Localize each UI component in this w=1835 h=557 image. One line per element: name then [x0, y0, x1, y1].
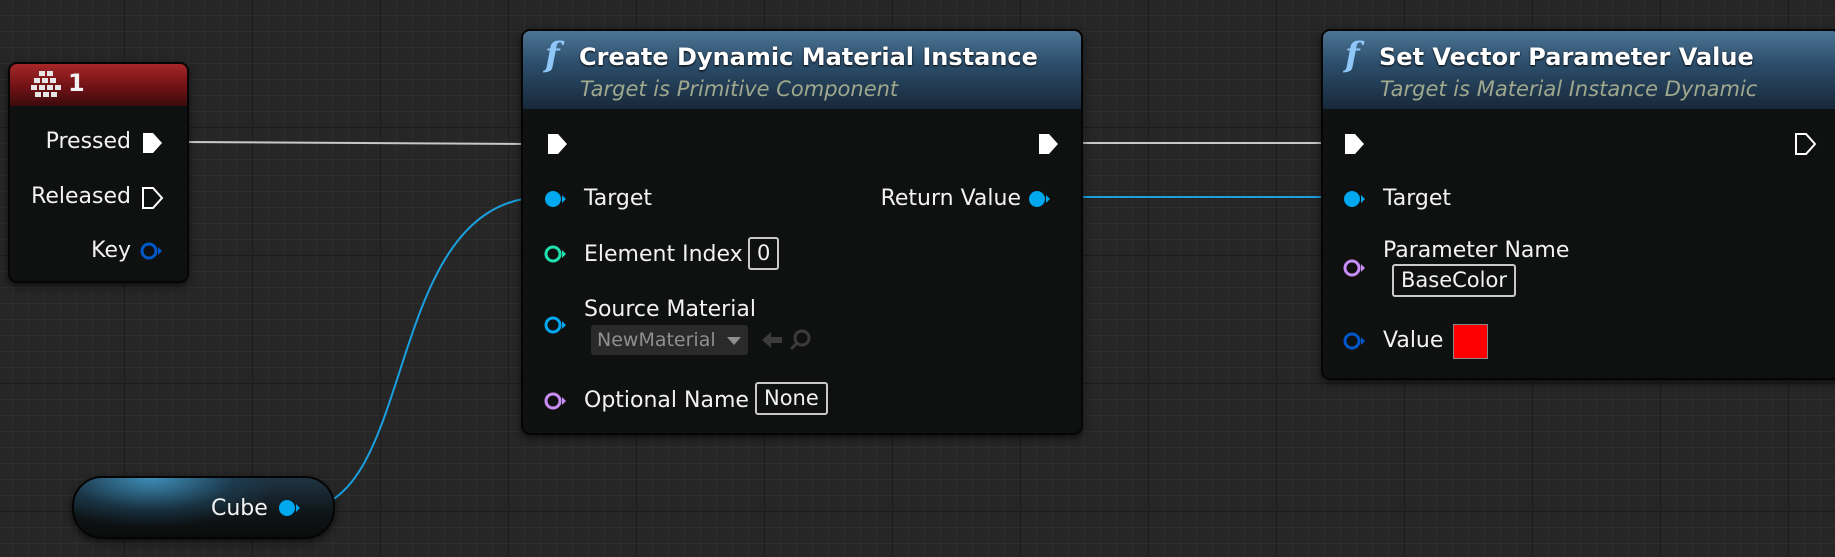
optional-name-input[interactable]: None: [755, 382, 828, 415]
create-target-pin[interactable]: [544, 189, 567, 209]
parameter-name-pin[interactable]: [1343, 258, 1366, 278]
create-node-title: Create Dynamic Material Instance: [579, 43, 1038, 71]
optional-name-pin[interactable]: [544, 391, 567, 411]
key-struct-pin[interactable]: [140, 241, 163, 261]
released-pin-label: Released: [31, 184, 131, 209]
set-vector-node-title: Set Vector Parameter Value: [1379, 43, 1754, 71]
key-pin-label: Key: [91, 238, 131, 263]
parameter-name-label: Parameter Name: [1383, 238, 1570, 263]
keyboard-icon: [31, 71, 61, 97]
function-icon: f: [1345, 35, 1360, 75]
source-material-value: NewMaterial: [597, 329, 716, 351]
value-pin[interactable]: [1343, 331, 1366, 351]
set-vector-node-subtitle: Target is Material Instance Dynamic: [1380, 77, 1758, 101]
parameter-name-input[interactable]: BaseColor: [1392, 264, 1516, 297]
optional-name-label: Optional Name: [584, 388, 749, 413]
pressed-exec-pin[interactable]: [140, 131, 164, 155]
exec-wire-pressed-to-create[interactable]: [187, 141, 533, 145]
element-index-input[interactable]: 0: [748, 237, 780, 270]
return-value-pin[interactable]: [1028, 189, 1051, 209]
cube-variable-label: Cube: [211, 496, 268, 521]
create-node-subtitle: Target is Primitive Component: [580, 77, 899, 101]
cube-object-pin[interactable]: [278, 498, 301, 518]
value-color-swatch[interactable]: [1453, 324, 1488, 359]
use-selected-asset-icon[interactable]: [760, 329, 784, 351]
create-exec-out-pin[interactable]: [1036, 132, 1060, 156]
element-index-label: Element Index: [584, 242, 743, 267]
element-index-pin[interactable]: [544, 244, 567, 264]
set-vector-target-pin[interactable]: [1343, 189, 1366, 209]
create-dynamic-material-instance-node[interactable]: f Create Dynamic Material Instance Targe…: [521, 29, 1083, 435]
released-exec-pin[interactable]: [140, 186, 164, 210]
set-vector-exec-out-pin[interactable]: [1793, 132, 1817, 156]
create-exec-in-pin[interactable]: [545, 132, 569, 156]
return-value-label: Return Value: [880, 186, 1021, 211]
input-key-event-node[interactable]: 1 Pressed Released Key: [8, 62, 189, 283]
set-vector-exec-in-pin[interactable]: [1342, 132, 1366, 156]
set-vector-parameter-value-node[interactable]: f Set Vector Parameter Value Target is M…: [1321, 29, 1835, 380]
pressed-pin-label: Pressed: [45, 129, 131, 154]
event-node-title: 1: [68, 69, 85, 97]
source-material-pin[interactable]: [544, 315, 567, 335]
value-label: Value: [1383, 328, 1444, 353]
browse-asset-icon[interactable]: [788, 328, 812, 352]
source-material-label: Source Material: [584, 297, 756, 322]
cube-variable-node[interactable]: Cube: [72, 476, 335, 539]
chevron-down-icon: [726, 337, 741, 345]
object-wire-cube-to-target[interactable]: [299, 196, 546, 510]
source-material-dropdown[interactable]: NewMaterial: [591, 325, 748, 355]
function-icon: f: [545, 35, 560, 75]
set-vector-target-label: Target: [1383, 186, 1452, 211]
create-target-label: Target: [584, 186, 653, 211]
